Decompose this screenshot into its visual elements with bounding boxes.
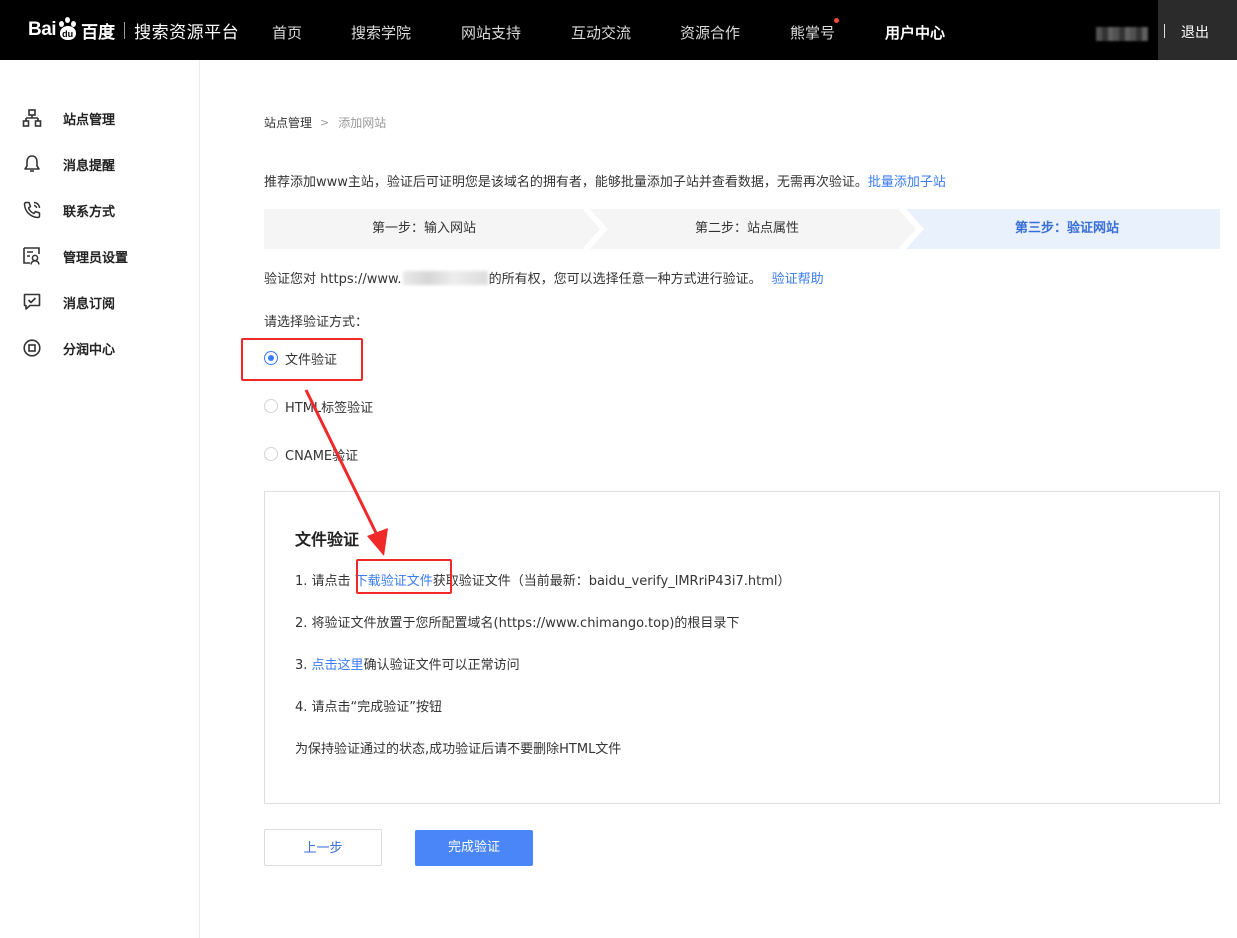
step-progress: 第一步：输入网站 第二步：站点属性 第三步：验证网站 <box>264 209 1220 249</box>
instruction-step-4: 4. 请点击“完成验证”按钮 <box>295 700 443 715</box>
logout-separator <box>1164 24 1165 38</box>
subscribe-icon <box>23 293 41 310</box>
intro-description: 推荐添加www主站，验证后可证明您是该域名的拥有者，能够批量添加子站并查看数据，… <box>264 175 868 190</box>
sidebar: 站点管理 消息提醒 联系方式 管理员设置 消息订阅 分润中心 <box>0 60 200 938</box>
nav-home[interactable]: 首页 <box>272 0 302 60</box>
sidebar-item-label: 联系方式 <box>63 204 116 220</box>
admin-icon <box>23 247 40 265</box>
nav-resource-cooperation[interactable]: 资源合作 <box>680 0 740 60</box>
sidebar-item-label: 消息订阅 <box>63 296 116 312</box>
sidebar-item-label: 管理员设置 <box>63 250 129 266</box>
sidebar-item-subscriptions[interactable]: 消息订阅 <box>0 287 200 317</box>
step-3-suffix: 确认验证文件可以正常访问 <box>363 658 520 673</box>
verify-help-link[interactable]: 验证帮助 <box>772 268 824 287</box>
sidebar-item-notifications[interactable]: 消息提醒 <box>0 149 200 179</box>
sidebar-item-label: 分润中心 <box>63 342 116 358</box>
nav-xiongzhang-label: 熊掌号 <box>790 24 836 42</box>
logo-chinese-text: 百度 <box>81 22 116 43</box>
sidebar-item-site-management[interactable]: 站点管理 <box>0 103 200 133</box>
instruction-step-3: 3. 点击这里确认验证文件可以正常访问 <box>295 654 520 673</box>
breadcrumb: 站点管理 > 添加网站 <box>264 114 386 131</box>
logo-divider <box>124 21 126 39</box>
logout-label: 退出 <box>1181 25 1209 41</box>
logout-button[interactable]: 退出 <box>1158 0 1237 60</box>
username-redacted[interactable] <box>1096 27 1148 41</box>
revenue-icon <box>23 339 41 357</box>
nav-user-center[interactable]: 用户中心 <box>885 0 945 60</box>
keep-file-note: 为保持验证通过的状态,成功验证后请不要删除HTML文件 <box>295 742 622 757</box>
radio-unchecked-icon[interactable] <box>264 399 278 413</box>
sitemap-icon <box>22 109 42 127</box>
batch-add-subsites-link[interactable]: 批量添加子站 <box>868 175 946 190</box>
step-3-prefix: 3. <box>295 658 312 673</box>
sidebar-item-label: 站点管理 <box>63 112 116 128</box>
highlight-box-download-link <box>356 559 452 594</box>
method-html-tag-option[interactable]: HTML标签验证 <box>264 396 373 416</box>
breadcrumb-site-management[interactable]: 站点管理 <box>264 114 312 131</box>
platform-title: 搜索资源平台 <box>134 22 240 43</box>
instruction-step-2: 2. 将验证文件放置于您所配置域名(https://www.chimango.t… <box>295 616 740 631</box>
radio-unchecked-icon[interactable] <box>264 447 278 461</box>
step-2: 第二步：站点属性 <box>694 221 799 236</box>
paw-icon: du <box>57 17 79 41</box>
verify-suffix: 的所有权，您可以选择任意一种方式进行验证。 <box>488 272 762 287</box>
intro-text: 推荐添加www主站，验证后可证明您是该域名的拥有者，能够批量添加子站并查看数据，… <box>264 171 946 190</box>
breadcrumb-current: 添加网站 <box>338 116 387 130</box>
nav-search-academy[interactable]: 搜索学院 <box>351 0 411 60</box>
panel-title: 文件验证 <box>295 530 360 549</box>
method-cname-option[interactable]: CNAME验证 <box>264 444 358 464</box>
notification-dot <box>834 18 840 23</box>
verify-ownership-text: 验证您对 https://www. 的所有权，您可以选择任意一种方式进行验证。 验… <box>264 268 824 287</box>
top-navigation-bar: Bai du 百度 搜索资源平台 首页 搜索学院 网站支持 互动交流 资源合作 … <box>0 0 1237 60</box>
step-1-suffix: 获取验证文件（当前最新：baidu_verify_lMRriP43i7.html… <box>432 574 791 589</box>
nav-interaction[interactable]: 互动交流 <box>571 0 631 60</box>
highlight-box-file-method <box>241 338 363 381</box>
baidu-logo[interactable]: Bai du 百度 搜索资源平台 <box>28 12 239 48</box>
step-1-prefix: 1. 请点击 <box>295 574 351 589</box>
logo-paw-text: du <box>62 29 74 39</box>
previous-step-button[interactable]: 上一步 <box>264 829 382 866</box>
breadcrumb-chevron-icon: > <box>320 116 330 129</box>
method-html-tag-label: HTML标签验证 <box>285 400 374 416</box>
method-cname-label: CNAME验证 <box>285 448 359 464</box>
complete-verification-button[interactable]: 完成验证 <box>415 830 533 866</box>
file-verification-panel: 文件验证 1. 请点击 下载验证文件获取验证文件（当前最新：baidu_veri… <box>264 491 1220 804</box>
step-3: 第三步：验证网站 <box>1014 221 1119 236</box>
phone-icon <box>23 201 41 219</box>
step-1: 第一步：输入网站 <box>371 221 476 236</box>
sidebar-item-admin-settings[interactable]: 管理员设置 <box>0 241 200 271</box>
choose-method-label: 请选择验证方式： <box>264 315 369 330</box>
check-access-link[interactable]: 点击这里 <box>312 658 364 673</box>
nav-site-support[interactable]: 网站支持 <box>461 0 521 60</box>
bell-icon <box>24 155 40 172</box>
verify-prefix: 验证您对 https://www. <box>264 272 402 287</box>
logo-latin-text: Bai <box>28 19 57 40</box>
sidebar-item-contact[interactable]: 联系方式 <box>0 195 200 225</box>
sidebar-item-revenue-center[interactable]: 分润中心 <box>0 333 200 363</box>
domain-redacted <box>402 270 488 285</box>
sidebar-item-label: 消息提醒 <box>63 158 116 174</box>
nav-xiongzhang[interactable]: 熊掌号 <box>790 0 840 60</box>
